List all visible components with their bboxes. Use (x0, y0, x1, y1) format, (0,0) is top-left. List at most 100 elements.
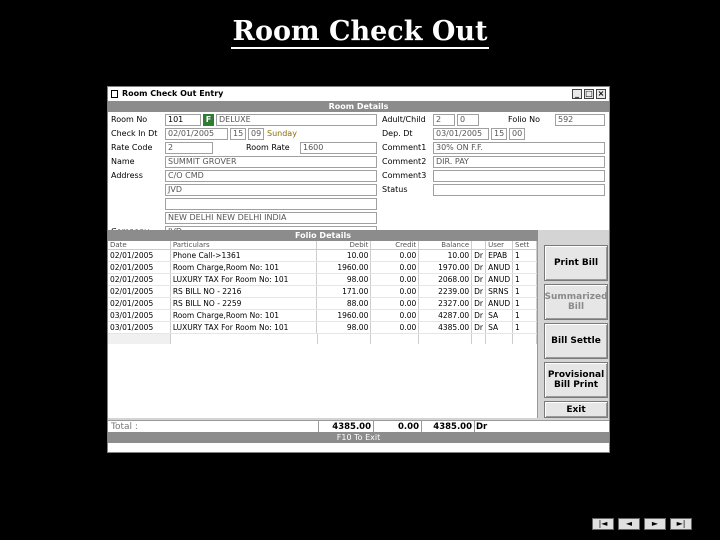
cell-user: SA (486, 322, 514, 333)
cell-sett: 1 (513, 262, 537, 273)
bill-settle-button[interactable]: Bill Settle (544, 323, 608, 359)
folio-no-field[interactable]: 592 (555, 114, 605, 126)
cell-date: 02/01/2005 (108, 262, 171, 273)
room-no-label: Room No (111, 115, 148, 124)
print-bill-button[interactable]: Print Bill (544, 245, 608, 281)
cell-particulars: RS BILL NO - 2216 (171, 286, 318, 297)
table-row[interactable]: 03/01/2005 LUXURY TAX For Room No: 101 98.… (108, 322, 537, 334)
checkin-date-field[interactable]: 02/01/2005 (165, 128, 228, 140)
col-balance: Balance (419, 241, 473, 249)
cell-date: 03/01/2005 (108, 310, 171, 321)
first-slide-button[interactable]: |◄ (592, 518, 614, 530)
rate-code-field[interactable]: 2 (165, 142, 213, 154)
cell-balance: 1970.00 (419, 262, 473, 273)
dep-hour-field[interactable]: 15 (491, 128, 507, 140)
table-row[interactable]: 02/01/2005 RS BILL NO - 2259 88.00 0.00 2327… (108, 298, 537, 310)
table-row[interactable]: 02/01/2005 RS BILL NO - 2216 171.00 0.00 223… (108, 286, 537, 298)
checkin-hour-field[interactable]: 15 (230, 128, 246, 140)
cell-dr: Dr (472, 262, 487, 273)
dep-minute-field[interactable]: 00 (509, 128, 525, 140)
checkin-minute-field[interactable]: 09 (248, 128, 264, 140)
rate-code-label: Rate Code (111, 143, 153, 152)
comment2-field[interactable]: DIR. PAY (433, 156, 605, 168)
checkin-day: Sunday (267, 129, 297, 138)
cell-user: ANUD (486, 262, 514, 273)
cell-sett: 1 (513, 250, 537, 261)
minimize-button[interactable]: _ (572, 89, 582, 99)
address-label: Address (111, 171, 143, 180)
check-out-window: Room Check Out Entry _ □ × Room Details … (107, 86, 610, 453)
cell-particulars: RS BILL NO - 2259 (171, 298, 318, 309)
cell-particulars: LUXURY TAX For Room No: 101 (171, 274, 318, 285)
last-slide-button[interactable]: ►| (670, 518, 692, 530)
folio-grid[interactable]: Date Particulars Debit Credit Balance Us… (108, 241, 538, 418)
summarized-bill-button[interactable]: Summarized Bill (544, 284, 608, 320)
col-particulars: Particulars (171, 241, 318, 249)
prev-slide-button[interactable]: ◄ (618, 518, 640, 530)
cell-credit: 0.00 (371, 298, 420, 309)
slide-title: Room Check Out (230, 16, 490, 49)
address-line-2[interactable]: JVD (165, 184, 377, 196)
app-icon (111, 90, 118, 98)
address-line-3[interactable] (165, 198, 377, 210)
cell-user: EPAB (486, 250, 514, 261)
table-row[interactable]: 02/01/2005 LUXURY TAX For Room No: 101 98.… (108, 274, 537, 286)
window-titlebar[interactable]: Room Check Out Entry _ □ × (108, 87, 609, 101)
folio-details-header: Folio Details (108, 230, 538, 241)
exit-button[interactable]: Exit (544, 401, 608, 418)
totals-bar: Total : 4385.00 0.00 4385.00 Dr (108, 420, 609, 433)
guest-name-field[interactable]: SUMMIT GROVER (165, 156, 377, 168)
cell-sett: 1 (513, 286, 537, 297)
address-line-1[interactable]: C/O CMD (165, 170, 377, 182)
dep-date-field[interactable]: 03/01/2005 (433, 128, 489, 140)
provisional-bill-print-button[interactable]: Provisional Bill Print (544, 362, 608, 398)
cell-dr: Dr (472, 286, 487, 297)
room-lookup-button[interactable]: F (203, 114, 214, 126)
cell-dr: Dr (472, 310, 487, 321)
cell-sett: 1 (513, 298, 537, 309)
comment3-field[interactable] (433, 170, 605, 182)
adult-child-label: Adult/Child (382, 115, 426, 124)
close-button[interactable]: × (596, 89, 606, 99)
cell-date: 03/01/2005 (108, 322, 171, 333)
col-date: Date (108, 241, 171, 249)
room-no-field[interactable]: 101 (165, 114, 201, 126)
cell-date: 02/01/2005 (108, 286, 171, 297)
col-user: User (486, 241, 514, 249)
cell-dr: Dr (472, 322, 487, 333)
comment1-field[interactable]: 30% ON F.F. (433, 142, 605, 154)
address-line-4[interactable]: NEW DELHI NEW DELHI INDIA (165, 212, 377, 224)
cell-debit: 1960.00 (317, 310, 372, 321)
maximize-button[interactable]: □ (584, 89, 594, 99)
cell-balance: 4287.00 (419, 310, 473, 321)
status-label: Status (382, 185, 408, 194)
cell-date: 02/01/2005 (108, 250, 171, 261)
adult-field[interactable]: 2 (433, 114, 455, 126)
next-slide-button[interactable]: ► (644, 518, 666, 530)
folio-grid-header: Date Particulars Debit Credit Balance Us… (108, 241, 537, 250)
cell-balance: 2239.00 (419, 286, 473, 297)
status-field[interactable] (433, 184, 605, 196)
cell-credit: 0.00 (371, 262, 420, 273)
comment3-label: Comment3 (382, 171, 427, 180)
cell-user: ANUD (486, 298, 514, 309)
table-row[interactable]: 02/01/2005 Phone Call->1361 10.00 0.00 10.00… (108, 250, 537, 262)
table-row[interactable]: 03/01/2005 Room Charge,Room No: 101 1960.0… (108, 310, 537, 322)
table-row[interactable]: 02/01/2005 Room Charge,Room No: 101 1960.0… (108, 262, 537, 274)
cell-balance: 2068.00 (419, 274, 473, 285)
col-dr (472, 241, 487, 249)
grid-new-row[interactable] (108, 334, 538, 344)
cell-balance: 4385.00 (419, 322, 473, 333)
cell-dr: Dr (472, 298, 487, 309)
cell-particulars: Phone Call->1361 (171, 250, 318, 261)
cell-balance: 10.00 (419, 250, 473, 261)
cell-credit: 0.00 (371, 250, 420, 261)
room-rate-field[interactable]: 1600 (300, 142, 377, 154)
col-debit: Debit (317, 241, 372, 249)
cell-balance: 2327.00 (419, 298, 473, 309)
child-field[interactable]: 0 (457, 114, 479, 126)
cell-sett: 1 (513, 310, 537, 321)
cell-user: ANUD (486, 274, 514, 285)
cell-credit: 0.00 (371, 322, 420, 333)
cell-sett: 1 (513, 322, 537, 333)
